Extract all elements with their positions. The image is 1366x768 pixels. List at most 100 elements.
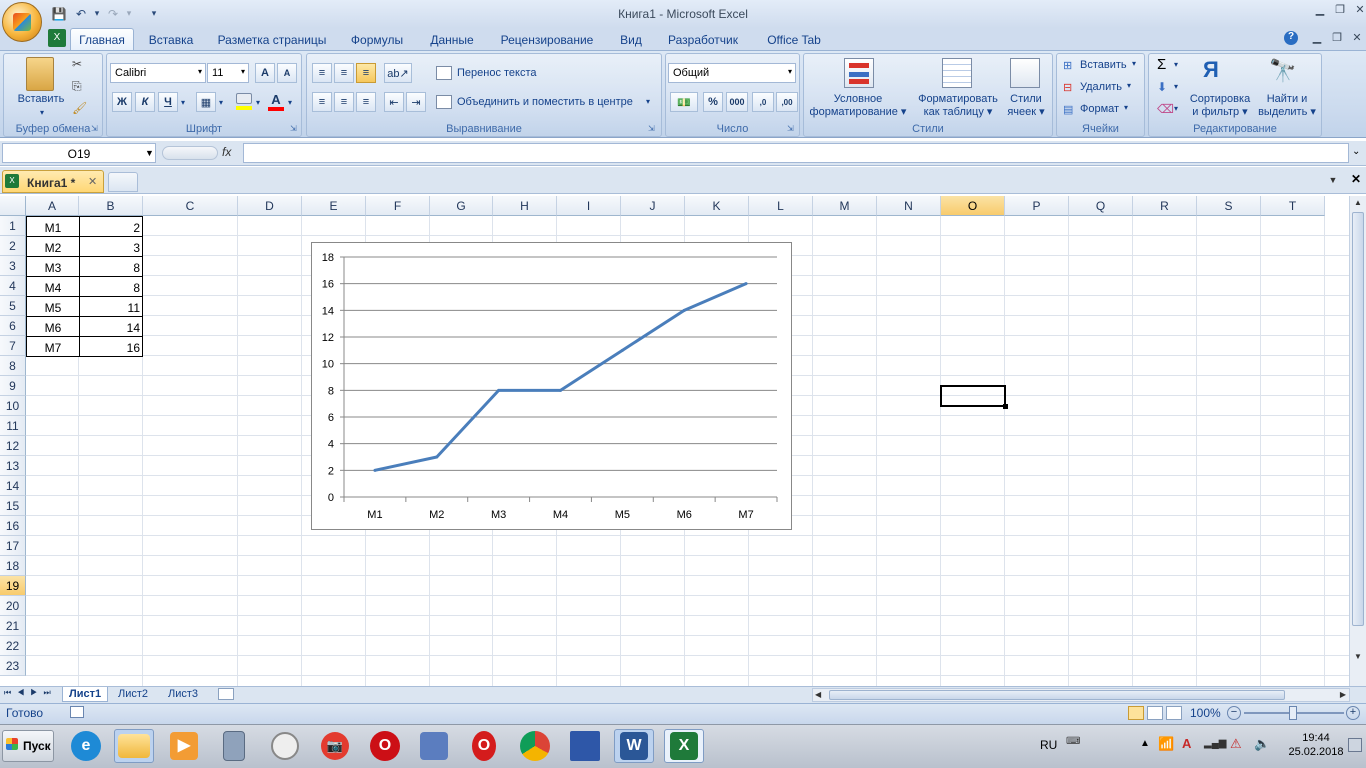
bold-button[interactable]: Ж (112, 92, 132, 112)
column-header-k[interactable]: K (685, 196, 749, 216)
align-middle-icon[interactable]: ≡ (334, 63, 354, 83)
row-header-16[interactable]: 16 (0, 516, 26, 536)
table-cell-b5[interactable]: 11 (79, 296, 143, 317)
font-color-button[interactable]: A (266, 92, 286, 112)
font-size-dropdown-icon[interactable]: ▾ (241, 67, 245, 76)
signal-icon[interactable]: ▂▄▆ (1204, 738, 1226, 749)
italic-button[interactable]: К (135, 92, 155, 112)
customize-qat-icon[interactable]: ▾ (145, 5, 163, 22)
column-header-o[interactable]: O (941, 196, 1005, 216)
underline-dropdown-icon[interactable]: ▾ (181, 98, 185, 107)
borders-dropdown-icon[interactable]: ▾ (219, 98, 223, 107)
fill-color-button[interactable] (234, 92, 254, 112)
font-size-combo[interactable]: 11 ▾ (207, 63, 249, 83)
zoom-level[interactable]: 100% (1190, 706, 1221, 720)
zoom-slider-thumb[interactable] (1289, 706, 1297, 720)
show-desktop-icon[interactable] (1348, 738, 1362, 752)
underline-button[interactable]: Ч (158, 92, 178, 112)
format-painter-icon[interactable]: 🖌 (72, 101, 87, 115)
autosum-icon[interactable]: Σ (1157, 56, 1166, 73)
tab-home[interactable]: Главная (70, 28, 134, 50)
find-select-button[interactable]: Найти и выделить ▾ (1256, 93, 1318, 119)
font-name-combo[interactable]: Calibri ▾ (110, 63, 206, 83)
zoom-in-icon[interactable]: + (1346, 706, 1360, 720)
scroll-up-icon[interactable]: ▲ (1352, 198, 1364, 210)
acrobat-tray-icon[interactable]: A (1182, 736, 1191, 751)
sort-filter-button[interactable]: Сортировка и фильтр ▾ (1184, 93, 1256, 119)
opera-icon[interactable]: O (365, 729, 405, 763)
increase-indent-icon[interactable]: ⇥ (406, 92, 426, 112)
fill-dropdown-icon[interactable]: ▾ (1174, 82, 1178, 91)
delete-cells-dropdown-icon[interactable]: ▾ (1127, 81, 1131, 90)
number-format-combo[interactable]: Общий ▾ (668, 63, 796, 83)
word-icon[interactable]: W (614, 729, 654, 763)
clear-eraser-icon[interactable]: ⌫ (1157, 102, 1174, 116)
number-launcher-icon[interactable]: ⇲ (787, 124, 794, 133)
table-cell-a2[interactable]: M2 (26, 236, 80, 257)
restore-icon[interactable]: ❐ (1330, 3, 1350, 17)
column-header-j[interactable]: J (621, 196, 685, 216)
workbook-tab-close-icon[interactable]: ✕ (88, 175, 97, 188)
row-header-15[interactable]: 15 (0, 496, 26, 516)
expand-formula-bar-icon[interactable]: ⌄ (1352, 146, 1360, 157)
language-indicator[interactable]: RU (1040, 738, 1057, 752)
vertical-scroll-thumb[interactable] (1352, 212, 1364, 626)
format-cells-dropdown-icon[interactable]: ▾ (1124, 103, 1128, 112)
tab-office-tab[interactable]: Office Tab (756, 30, 832, 50)
workbook-list-dropdown-icon[interactable]: ▼ (1324, 172, 1342, 190)
office-button[interactable] (2, 2, 42, 42)
row-header-20[interactable]: 20 (0, 596, 26, 616)
table-cell-a5[interactable]: M5 (26, 296, 80, 317)
macro-record-icon[interactable] (70, 706, 84, 718)
name-box-dropdown-icon[interactable]: ▼ (145, 148, 154, 158)
row-header-18[interactable]: 18 (0, 556, 26, 576)
column-header-i[interactable]: I (557, 196, 621, 216)
conditional-format-button[interactable]: Условное форматирование ▾ (806, 93, 910, 119)
ribbon-close-icon[interactable]: ✕ (1347, 31, 1366, 45)
tab-review[interactable]: Рецензирование (492, 30, 602, 50)
sheet-tab-3[interactable]: Лист3 (162, 687, 204, 702)
explorer-folder-icon[interactable] (114, 729, 154, 763)
row-header-3[interactable]: 3 (0, 256, 26, 276)
formula-splitter-handle[interactable] (162, 146, 218, 160)
page-layout-view-icon[interactable] (1147, 706, 1163, 720)
column-header-b[interactable]: B (79, 196, 143, 216)
save-icon[interactable]: 💾 (50, 5, 68, 22)
align-left-icon[interactable]: ≡ (312, 92, 332, 112)
row-header-4[interactable]: 4 (0, 276, 26, 296)
horizontal-scrollbar[interactable]: ◀ ▶ (812, 688, 1350, 702)
zoom-out-icon[interactable]: − (1227, 706, 1241, 720)
row-header-14[interactable]: 14 (0, 476, 26, 496)
align-bottom-icon[interactable]: ≡ (356, 63, 376, 83)
tab-view[interactable]: Вид (612, 30, 650, 50)
table-cell-b2[interactable]: 3 (79, 236, 143, 257)
column-header-r[interactable]: R (1133, 196, 1197, 216)
sheet-tab-2[interactable]: Лист2 (112, 687, 154, 702)
column-header-p[interactable]: P (1005, 196, 1069, 216)
column-header-s[interactable]: S (1197, 196, 1261, 216)
insert-cells-dropdown-icon[interactable]: ▾ (1132, 59, 1136, 68)
horizontal-scroll-thumb[interactable] (829, 690, 1285, 700)
redo-dropdown-icon[interactable]: ▾ (120, 5, 138, 22)
insert-function-icon[interactable]: fx (222, 145, 231, 159)
delete-cells-button[interactable]: Удалить (1080, 81, 1122, 94)
copy-icon[interactable]: ⎘ (72, 79, 82, 94)
table-cell-b3[interactable]: 8 (79, 256, 143, 277)
row-header-19[interactable]: 19 (0, 576, 26, 596)
page-break-view-icon[interactable] (1166, 706, 1182, 720)
table-cell-b4[interactable]: 8 (79, 276, 143, 297)
font-launcher-icon[interactable]: ⇲ (290, 124, 297, 133)
decrease-decimal-button[interactable]: ,00 (776, 92, 798, 112)
scroll-right-icon[interactable]: ▶ (1340, 690, 1346, 699)
autosum-dropdown-icon[interactable]: ▾ (1174, 60, 1178, 69)
close-icon[interactable]: ✕ (1350, 3, 1366, 17)
keyboard-icon[interactable]: ⌨ (1066, 736, 1080, 747)
clipboard-launcher-icon[interactable]: ⇲ (91, 124, 98, 133)
workbook-close-icon[interactable]: ✕ (1347, 172, 1365, 190)
number-format-dropdown-icon[interactable]: ▾ (788, 67, 792, 76)
format-cells-button[interactable]: Формат (1080, 103, 1119, 116)
merge-center-button[interactable]: Объединить и поместить в центре (457, 96, 633, 109)
column-header-h[interactable]: H (493, 196, 557, 216)
clear-dropdown-icon[interactable]: ▾ (1174, 104, 1178, 113)
orientation-icon[interactable]: ab↗ (384, 63, 412, 83)
